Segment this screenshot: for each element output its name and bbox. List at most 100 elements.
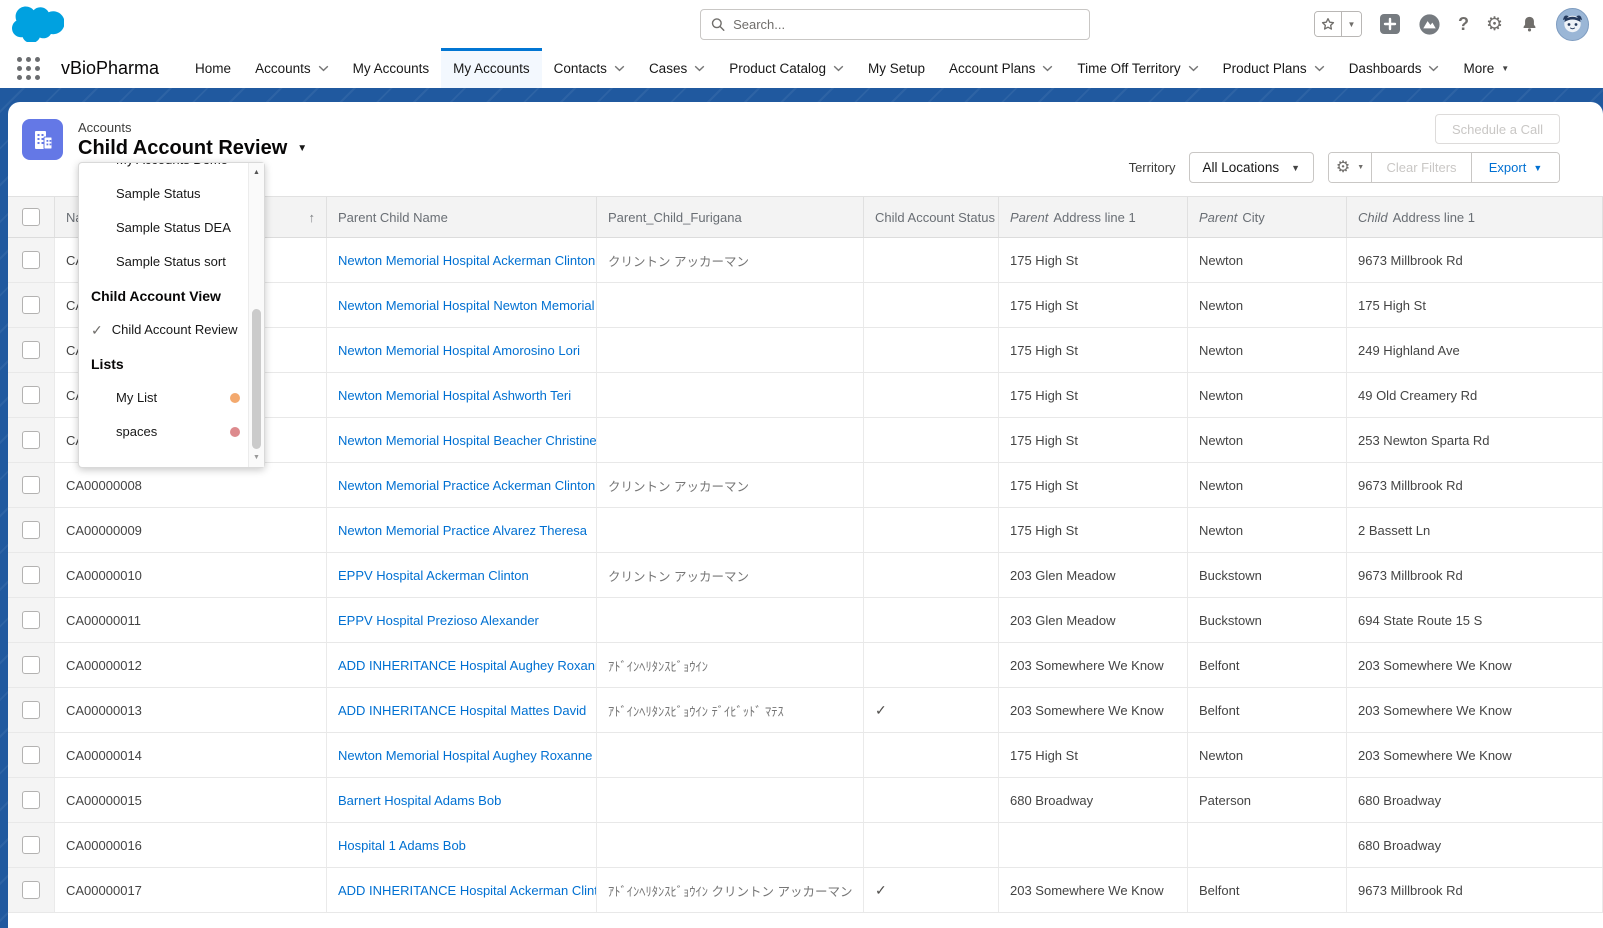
- list-view-option[interactable]: Sample Status sort: [79, 245, 248, 279]
- list-view-dropdown-items: My Accounts Demo Sample Status Sample St…: [79, 163, 248, 467]
- nav-tab[interactable]: More ▼: [1451, 48, 1521, 88]
- cell-parent-address: 203 Glen Meadow: [999, 598, 1188, 642]
- column-header-parent-address[interactable]: ParentAddress line 1: [999, 197, 1188, 237]
- column-header-child-address[interactable]: ChildAddress line 1: [1347, 197, 1603, 237]
- territory-value: All Locations: [1203, 160, 1280, 175]
- add-icon[interactable]: [1379, 13, 1401, 35]
- caret-down-icon[interactable]: ▼: [1501, 64, 1509, 73]
- caret-down-icon: ▼: [1291, 163, 1300, 173]
- row-checkbox[interactable]: [22, 431, 40, 449]
- global-search[interactable]: [700, 9, 1090, 40]
- gear-icon: ⚙: [1336, 160, 1350, 176]
- nav-tab[interactable]: Time Off Territory: [1065, 48, 1210, 88]
- parent-child-name-link[interactable]: Hospital 1 Adams Bob: [327, 823, 597, 867]
- parent-child-name-link[interactable]: Newton Memorial Practice Ackerman Clinto…: [327, 463, 597, 507]
- parent-child-name-link[interactable]: Newton Memorial Hospital Beacher Christi…: [327, 418, 597, 462]
- list-option[interactable]: spaces: [79, 415, 248, 449]
- notifications-bell-icon[interactable]: [1520, 14, 1539, 34]
- view-selector-caret-icon[interactable]: ▼: [297, 143, 307, 154]
- export-button[interactable]: Export ▼: [1471, 153, 1559, 182]
- dropdown-scrollbar[interactable]: ▲ ▼: [248, 163, 264, 467]
- select-all-checkbox[interactable]: [22, 208, 40, 226]
- row-checkbox[interactable]: [22, 836, 40, 854]
- scrollbar-thumb[interactable]: [252, 309, 261, 449]
- nav-tab[interactable]: Product Plans: [1211, 48, 1337, 88]
- row-checkbox[interactable]: [22, 251, 40, 269]
- row-checkbox[interactable]: [22, 341, 40, 359]
- help-icon[interactable]: ?: [1458, 14, 1469, 35]
- parent-child-name-link[interactable]: Barnert Hospital Adams Bob: [327, 778, 597, 822]
- parent-child-name-link[interactable]: Newton Memorial Hospital Ashworth Teri: [327, 373, 597, 417]
- list-view-option[interactable]: Sample Status DEA: [79, 211, 248, 245]
- cell-name: CA00000012: [55, 643, 327, 687]
- user-avatar[interactable]: [1556, 8, 1589, 41]
- clear-filters-button[interactable]: Clear Filters: [1371, 153, 1471, 182]
- row-checkbox[interactable]: [22, 701, 40, 719]
- nav-tab[interactable]: Accounts: [243, 48, 341, 88]
- chevron-down-icon[interactable]: [833, 65, 844, 72]
- list-settings-button[interactable]: ⚙ ▼: [1329, 153, 1371, 182]
- guidance-icon[interactable]: [1418, 13, 1441, 36]
- search-input[interactable]: [733, 17, 1079, 32]
- row-checkbox[interactable]: [22, 881, 40, 899]
- list-view-option[interactable]: My Accounts Demo: [79, 163, 248, 177]
- list-view-option-selected[interactable]: ✓ Child Account Review: [79, 313, 248, 347]
- nav-tab[interactable]: Product Catalog: [717, 48, 856, 88]
- chevron-down-icon[interactable]: [1042, 65, 1053, 72]
- cell-parent-address: 203 Somewhere We Know: [999, 643, 1188, 687]
- parent-child-name-link[interactable]: EPPV Hospital Prezioso Alexander: [327, 598, 597, 642]
- row-checkbox[interactable]: [22, 386, 40, 404]
- nav-tab[interactable]: My Accounts: [441, 48, 542, 88]
- schedule-call-button[interactable]: Schedule a Call: [1435, 114, 1560, 144]
- row-checkbox[interactable]: [22, 296, 40, 314]
- row-checkbox[interactable]: [22, 611, 40, 629]
- cell-name: CA00000015: [55, 778, 327, 822]
- salesforce-logo-icon[interactable]: [12, 4, 64, 42]
- list-view-option[interactable]: Sample Status: [79, 177, 248, 211]
- scroll-up-icon[interactable]: ▲: [249, 169, 264, 176]
- parent-child-name-link[interactable]: Newton Memorial Practice Alvarez Theresa: [327, 508, 597, 552]
- nav-tab[interactable]: Account Plans: [937, 48, 1065, 88]
- column-header-furigana[interactable]: Parent_Child_Furigana: [597, 197, 864, 237]
- row-checkbox[interactable]: [22, 476, 40, 494]
- row-checkbox-cell: [8, 643, 55, 687]
- column-header-parent-child-name[interactable]: Parent Child Name: [327, 197, 597, 237]
- chevron-down-icon[interactable]: [614, 65, 625, 72]
- app-launcher-waffle-icon[interactable]: [17, 57, 40, 80]
- column-header-parent-city[interactable]: ParentCity: [1188, 197, 1347, 237]
- chevron-down-icon[interactable]: [318, 65, 329, 72]
- row-checkbox-cell: [8, 373, 55, 417]
- nav-tab[interactable]: My Accounts: [341, 48, 442, 88]
- chevron-down-icon[interactable]: [1188, 65, 1199, 72]
- row-checkbox[interactable]: [22, 521, 40, 539]
- list-option[interactable]: My List: [79, 381, 248, 415]
- chevron-down-icon[interactable]: [694, 65, 705, 72]
- row-checkbox[interactable]: [22, 566, 40, 584]
- row-checkbox[interactable]: [22, 791, 40, 809]
- row-checkbox[interactable]: [22, 746, 40, 764]
- parent-child-name-link[interactable]: Newton Memorial Hospital Aughey Roxanne: [327, 733, 597, 777]
- nav-tab[interactable]: Dashboards: [1337, 48, 1452, 88]
- column-header-child-account-status[interactable]: Child Account Status: [864, 197, 999, 237]
- parent-child-name-link[interactable]: Newton Memorial Hospital Amorosino Lori: [327, 328, 597, 372]
- parent-child-name-link[interactable]: Newton Memorial Hospital Ackerman Clinto…: [327, 238, 597, 282]
- nav-tab[interactable]: Contacts: [542, 48, 637, 88]
- parent-child-name-link[interactable]: ADD INHERITANCE Hospital Mattes David: [327, 688, 597, 732]
- cell-child-address: 9673 Millbrook Rd: [1347, 238, 1603, 282]
- favorites-star-icon[interactable]: [1315, 12, 1341, 36]
- nav-tab[interactable]: My Setup: [856, 48, 937, 88]
- chevron-down-icon[interactable]: [1314, 65, 1325, 72]
- search-icon: [711, 17, 725, 32]
- parent-child-name-link[interactable]: Newton Memorial Hospital Newton Memorial…: [327, 283, 597, 327]
- parent-child-name-link[interactable]: ADD INHERITANCE Hospital Ackerman Clinto…: [327, 868, 597, 912]
- scroll-down-icon[interactable]: ▼: [249, 454, 264, 461]
- setup-gear-icon[interactable]: ⚙: [1486, 15, 1503, 34]
- nav-tab[interactable]: Cases: [637, 48, 717, 88]
- nav-tab[interactable]: Home: [183, 48, 243, 88]
- favorites-caret-icon[interactable]: ▼: [1341, 12, 1361, 36]
- territory-select[interactable]: All Locations ▼: [1189, 152, 1314, 183]
- parent-child-name-link[interactable]: ADD INHERITANCE Hospital Aughey Roxanne: [327, 643, 597, 687]
- chevron-down-icon[interactable]: [1428, 65, 1439, 72]
- parent-child-name-link[interactable]: EPPV Hospital Ackerman Clinton: [327, 553, 597, 597]
- row-checkbox[interactable]: [22, 656, 40, 674]
